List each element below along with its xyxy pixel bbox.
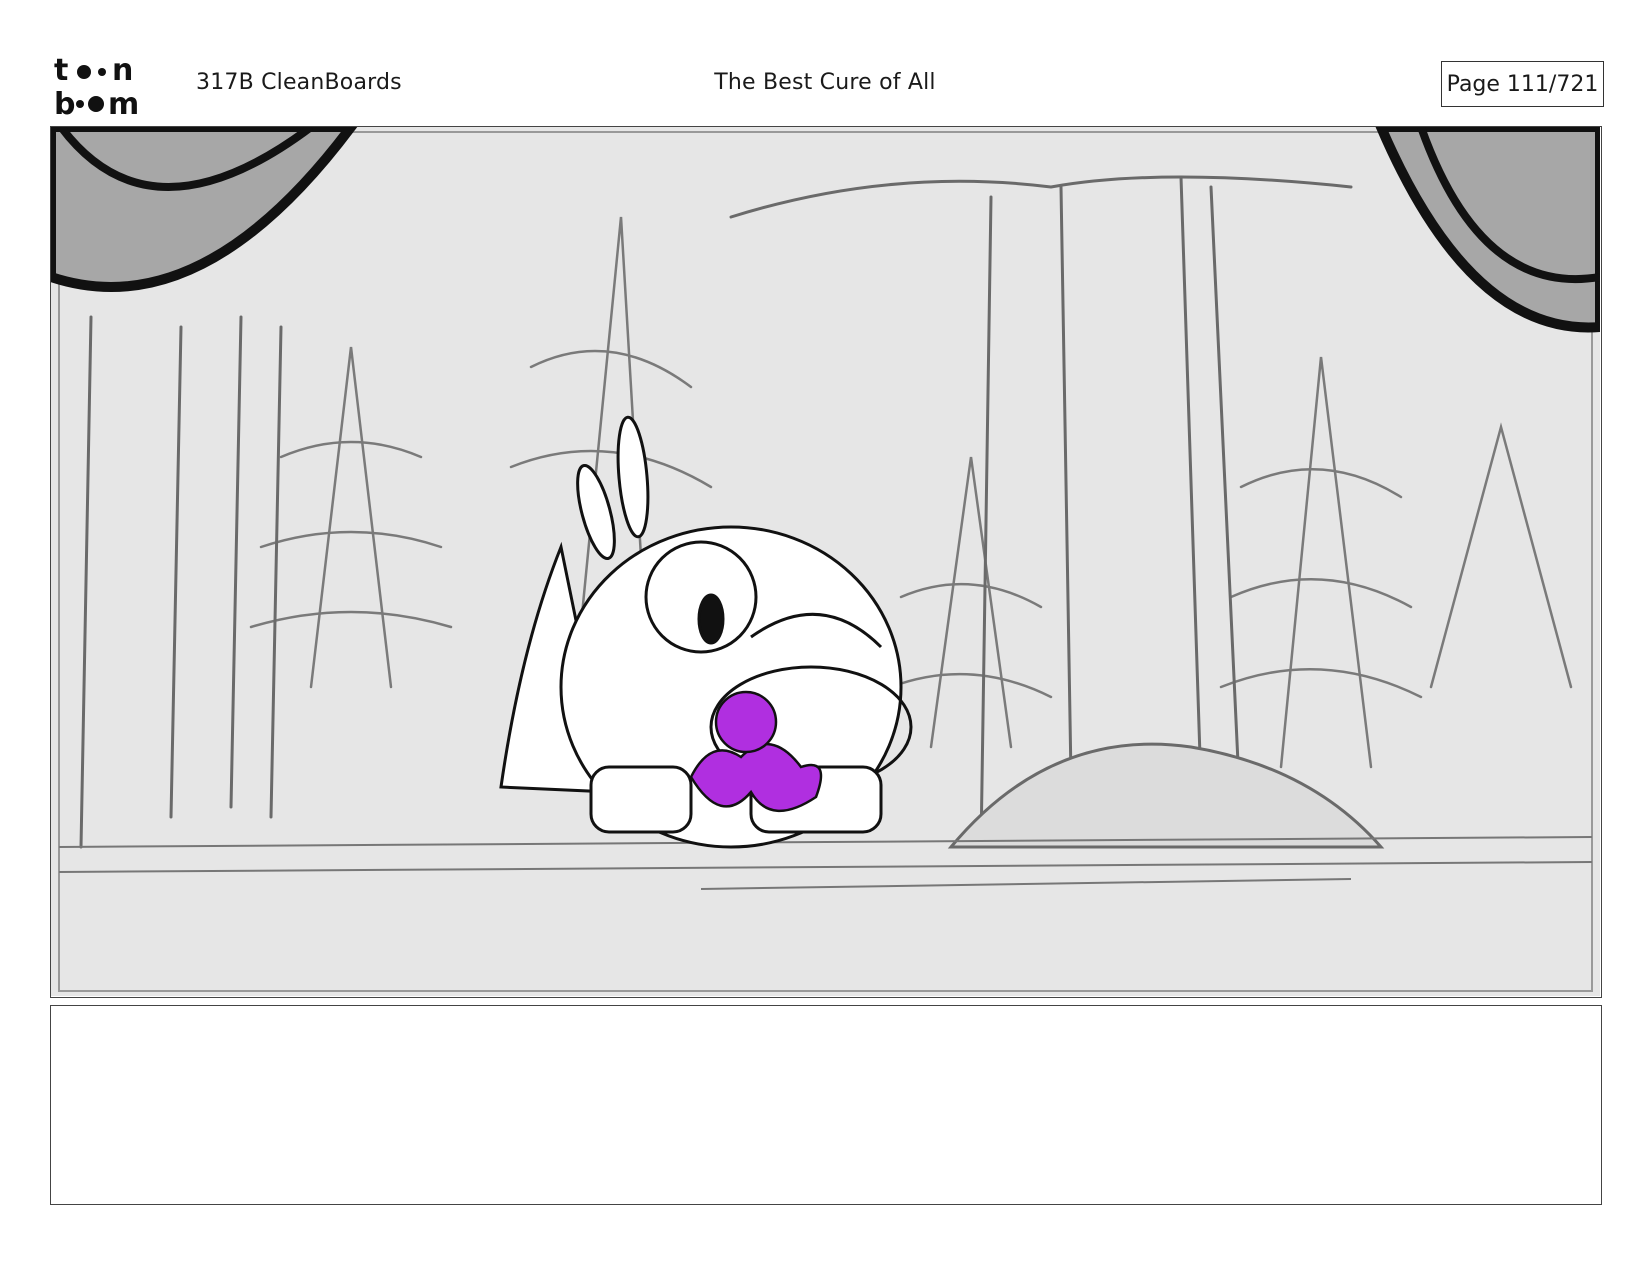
document-title: The Best Cure of All: [714, 70, 936, 95]
storyboard-panel: [50, 126, 1602, 998]
page-counter: Page 111/721: [1441, 61, 1604, 107]
panel-notes: [50, 1005, 1602, 1205]
panel-drawing: [51, 127, 1600, 996]
